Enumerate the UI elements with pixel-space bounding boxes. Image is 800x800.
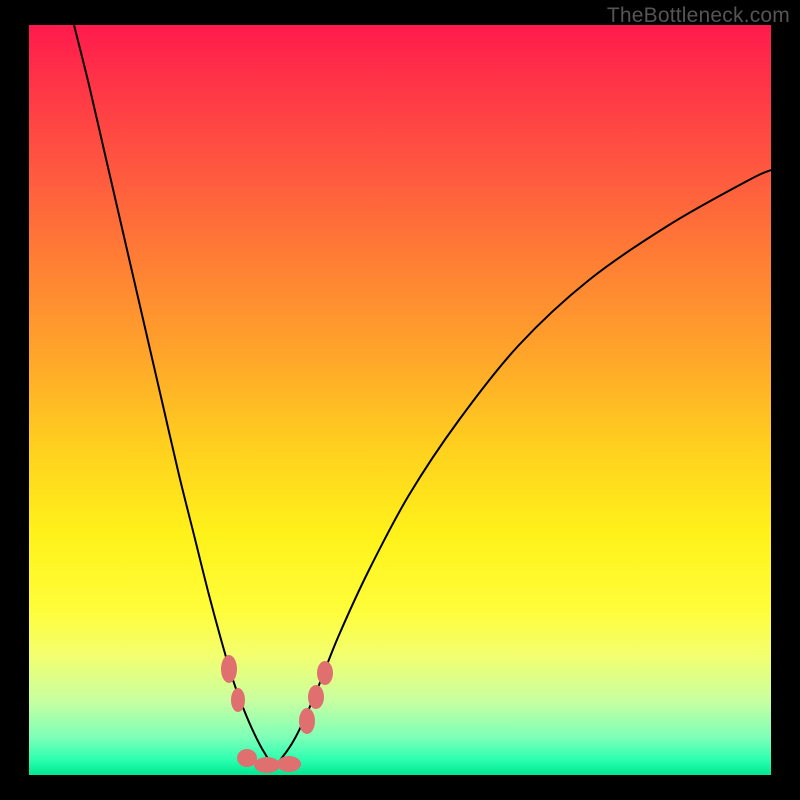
marker-point xyxy=(237,749,257,767)
marker-point xyxy=(277,756,301,772)
chart-frame: TheBottleneck.com xyxy=(0,0,800,800)
bottleneck-curve xyxy=(74,25,771,765)
marker-point xyxy=(231,688,245,712)
marker-point xyxy=(254,757,280,773)
marker-point xyxy=(317,661,333,685)
watermark-text: TheBottleneck.com xyxy=(607,4,790,28)
marker-point xyxy=(308,685,324,709)
chart-overlay xyxy=(29,25,771,775)
marker-point xyxy=(221,655,237,683)
marker-point xyxy=(299,708,315,734)
markers-group xyxy=(221,655,333,773)
